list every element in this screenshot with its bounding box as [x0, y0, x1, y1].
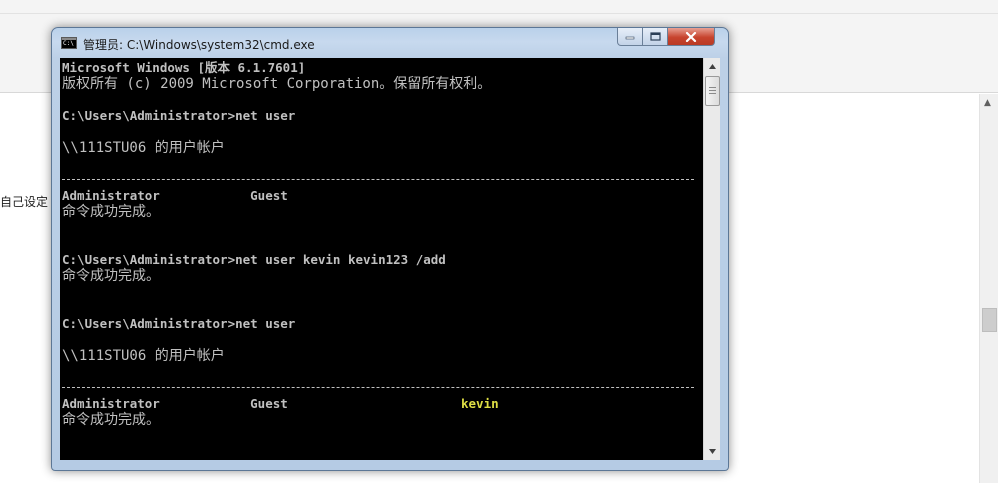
console-line: 命令成功完成。 — [62, 268, 160, 284]
console-line: \\111STU06 的用户帐户 — [62, 348, 225, 364]
background-text: 自己设定 — [0, 195, 49, 209]
console-user-kevin: kevin — [461, 396, 499, 411]
background-scroll-thumb[interactable] — [982, 308, 997, 332]
console-line: C:\Users\Administrator>net user — [62, 108, 296, 123]
cmd-window[interactable]: C:\ 管理员: C:\Windows\system32\cmd.exe Mic… — [51, 27, 729, 471]
console-scrollbar[interactable] — [703, 58, 720, 460]
console-line: Microsoft Windows [版本 6.1.7601] — [62, 60, 306, 75]
scroll-thumb[interactable] — [705, 76, 720, 106]
minimize-icon — [625, 36, 635, 39]
cmd-icon[interactable]: C:\ — [61, 37, 77, 49]
console-line: 版权所有 (c) 2009 Microsoft Corporation。保留所有… — [62, 76, 492, 92]
title-bar[interactable]: C:\ 管理员: C:\Windows\system32\cmd.exe — [52, 28, 728, 58]
console-output[interactable]: Microsoft Windows [版本 6.1.7601] 版权所有 (c)… — [60, 58, 703, 460]
scroll-up-button[interactable] — [704, 58, 720, 75]
console-line: Administrator Guest — [62, 188, 288, 203]
window-title: 管理员: C:\Windows\system32\cmd.exe — [83, 38, 315, 52]
background-scrollbar[interactable]: ▲ — [979, 94, 998, 483]
scroll-up-icon[interactable]: ▲ — [984, 98, 991, 108]
maximize-button[interactable] — [643, 28, 668, 46]
arrow-down-icon — [708, 449, 716, 454]
minimize-button[interactable] — [617, 28, 643, 46]
close-icon — [685, 31, 697, 42]
arrow-up-icon — [708, 64, 716, 69]
console-line: Administrator Guest — [62, 396, 288, 411]
console-line: 命令成功完成。 — [62, 412, 160, 428]
maximize-icon — [649, 32, 661, 41]
console-line: \\111STU06 的用户帐户 — [62, 140, 225, 156]
console-separator — [62, 387, 694, 388]
console-line: C:\Users\Administrator>net user — [62, 316, 296, 331]
scroll-down-button[interactable] — [704, 443, 720, 460]
console-line: C:\Users\Administrator>net user kevin ke… — [62, 252, 446, 267]
close-button[interactable] — [668, 28, 715, 46]
console-line: 命令成功完成。 — [62, 204, 160, 220]
console-separator — [62, 179, 694, 180]
